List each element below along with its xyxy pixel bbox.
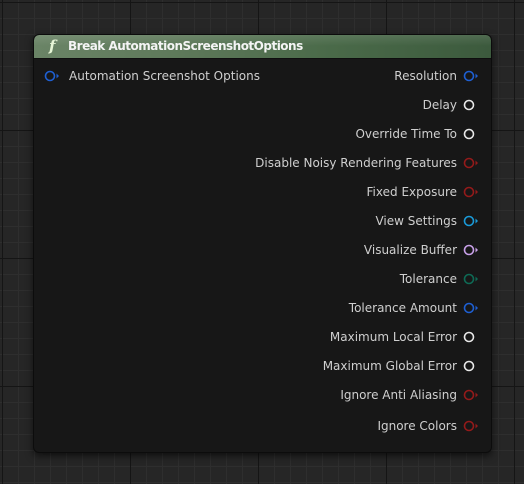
break-automation-screenshot-options-node[interactable]: f Break AutomationScreenshotOptions Auto… — [33, 34, 492, 453]
output-pin-label-ignore-colors: Ignore Colors — [377, 419, 457, 433]
output-pin-label-delay: Delay — [422, 98, 457, 112]
output-pin-maximum-local-error[interactable] — [463, 330, 481, 344]
function-icon: f — [49, 37, 56, 55]
input-pin-label: Automation Screenshot Options — [69, 69, 260, 83]
output-pin-label-tolerance: Tolerance — [399, 272, 457, 286]
struct-pin-icon — [463, 70, 478, 82]
float-pin-icon — [463, 128, 475, 140]
struct-pin-icon — [463, 302, 478, 314]
float-pin-icon — [463, 331, 475, 343]
node-header[interactable]: f Break AutomationScreenshotOptions — [34, 35, 491, 59]
output-pin-label-fixed-exposure: Fixed Exposure — [366, 185, 457, 199]
output-pin-delay[interactable] — [463, 98, 481, 112]
output-pin-ignore-anti-aliasing[interactable] — [463, 388, 481, 402]
enum-pin-icon — [463, 273, 478, 285]
output-pin-maximum-global-error[interactable] — [463, 359, 481, 373]
output-pin-override-time-to[interactable] — [463, 127, 481, 141]
output-pin-resolution[interactable] — [463, 69, 481, 83]
output-pin-disable-noisy-rendering-features[interactable] — [463, 156, 481, 170]
output-pin-label-visualize-buffer: Visualize Buffer — [363, 243, 457, 257]
output-pin-visualize-buffer[interactable] — [463, 243, 481, 257]
struct-pin-icon — [44, 70, 59, 82]
input-pin-automation-screenshot-options[interactable] — [44, 69, 62, 83]
output-pin-label-disable-noisy-rendering-features: Disable Noisy Rendering Features — [255, 156, 457, 170]
output-pin-view-settings[interactable] — [463, 214, 481, 228]
bool-pin-icon — [463, 157, 478, 169]
output-pin-label-maximum-local-error: Maximum Local Error — [329, 330, 457, 344]
name-pin-icon — [463, 244, 478, 256]
output-pin-fixed-exposure[interactable] — [463, 185, 481, 199]
output-pin-tolerance[interactable] — [463, 272, 481, 286]
output-pin-label-override-time-to: Override Time To — [355, 127, 457, 141]
float-pin-icon — [463, 360, 475, 372]
bool-pin-icon — [463, 389, 478, 401]
output-pin-label-maximum-global-error: Maximum Global Error — [322, 359, 457, 373]
output-pin-label-tolerance-amount: Tolerance Amount — [348, 301, 457, 315]
output-pin-label-view-settings: View Settings — [375, 214, 457, 228]
output-pin-label-ignore-anti-aliasing: Ignore Anti Aliasing — [340, 388, 457, 402]
object-pin-icon — [463, 215, 478, 227]
output-pin-tolerance-amount[interactable] — [463, 301, 481, 315]
output-pin-ignore-colors[interactable] — [463, 419, 481, 433]
float-pin-icon — [463, 99, 475, 111]
bool-pin-icon — [463, 420, 478, 432]
bool-pin-icon — [463, 186, 478, 198]
node-title: Break AutomationScreenshotOptions — [68, 39, 303, 53]
output-pin-label-resolution: Resolution — [394, 69, 457, 83]
